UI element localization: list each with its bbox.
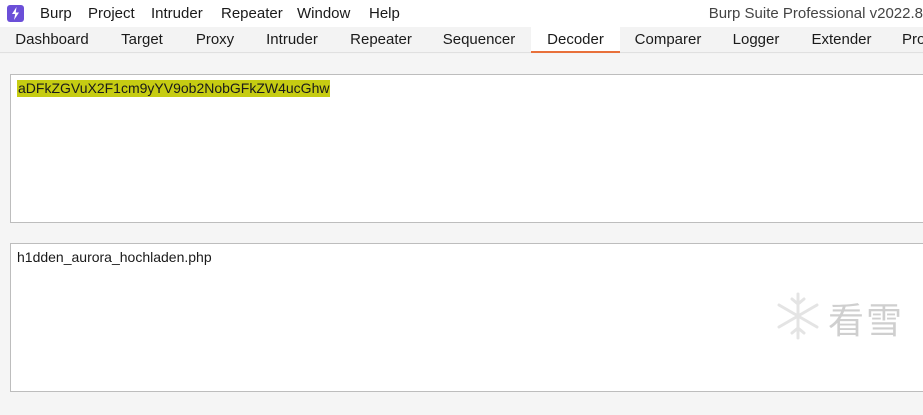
tab-extender[interactable]: Extender (796, 27, 887, 53)
tab-intruder[interactable]: Intruder (250, 27, 334, 53)
tab-comparer[interactable]: Comparer (620, 27, 716, 53)
app-title: Burp Suite Professional v2022.8 (708, 5, 923, 22)
menu-burp[interactable]: Burp (40, 5, 72, 22)
snowflake-watermark-icon (772, 290, 824, 347)
decoder-input-textarea[interactable]: aDFkZGVuX2F1cm9yYV9ob2NobGFkZW4ucGhw (10, 74, 923, 223)
tab-sequencer[interactable]: Sequencer (428, 27, 530, 53)
decoder-input-text: aDFkZGVuX2F1cm9yYV9ob2NobGFkZW4ucGhw (17, 80, 331, 97)
burp-logo-icon (7, 5, 24, 22)
tab-logger[interactable]: Logger (716, 27, 796, 53)
tab-target[interactable]: Target (104, 27, 180, 53)
menu-bar: Burp Project Intruder Repeater Window He… (0, 0, 923, 27)
menu-project[interactable]: Project (88, 5, 135, 22)
tab-bar: Dashboard Target Proxy Intruder Repeater… (0, 27, 923, 53)
tab-dashboard[interactable]: Dashboard (0, 27, 104, 53)
menu-intruder[interactable]: Intruder (151, 5, 203, 22)
menu-repeater[interactable]: Repeater (221, 5, 283, 22)
menu-window[interactable]: Window (297, 5, 350, 22)
tab-proxy[interactable]: Proxy (180, 27, 250, 53)
watermark-text: 看雪 (828, 301, 905, 342)
menu-help[interactable]: Help (369, 5, 400, 22)
decoder-output-text: h1dden_aurora_hochladen.php (17, 249, 212, 265)
tab-decoder[interactable]: Decoder (531, 27, 620, 53)
tab-repeater[interactable]: Repeater (334, 27, 428, 53)
tab-project-options[interactable]: Pro (887, 27, 923, 53)
decoder-panel: aDFkZGVuX2F1cm9yYV9ob2NobGFkZW4ucGhw h1d… (0, 54, 923, 415)
